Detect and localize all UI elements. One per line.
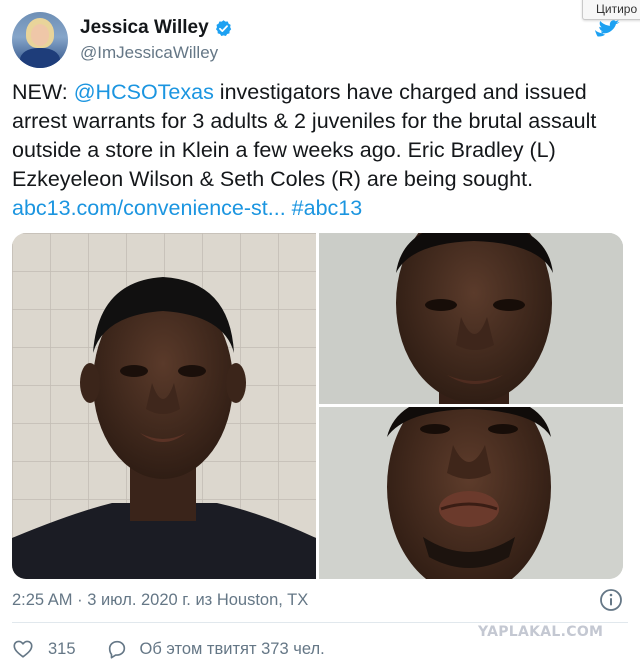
- avatar[interactable]: [12, 12, 68, 68]
- divider: [12, 622, 628, 623]
- media-grid: [12, 233, 623, 579]
- author-display-name[interactable]: Jessica Willey: [80, 16, 209, 40]
- heart-icon[interactable]: [12, 638, 34, 660]
- tweet-actions: 315 Об этом твитят 373 чел.: [12, 636, 325, 662]
- author-handle[interactable]: @ImJessicaWilley: [80, 42, 233, 64]
- info-icon[interactable]: [599, 588, 623, 612]
- mention-link[interactable]: @HCSOTexas: [74, 80, 214, 104]
- reply-icon[interactable]: [106, 638, 128, 660]
- photo-bottom-right[interactable]: [319, 407, 623, 579]
- name-row: Jessica Willey: [80, 16, 233, 40]
- photo-left-image: [12, 233, 316, 579]
- photo-top-right-image: [319, 233, 623, 404]
- tweet-timestamp[interactable]: 2:25 AM · 3 июл. 2020 г. из Houston, TX: [12, 591, 308, 610]
- tweet-lead: NEW:: [12, 80, 74, 104]
- discussion-count[interactable]: Об этом твитят 373 чел.: [140, 640, 325, 659]
- tweet: Jessica Willey @ImJessicaWilley Цитиро N…: [0, 0, 640, 664]
- quote-button[interactable]: Цитиро: [582, 0, 640, 20]
- photo-left[interactable]: [12, 233, 316, 579]
- verified-icon: [215, 19, 231, 36]
- photo-bottom-right-image: [319, 407, 623, 579]
- watermark: YAPLAKAL.COM: [478, 624, 604, 640]
- tweet-text: NEW: @HCSOTexas investigators have charg…: [12, 78, 632, 223]
- article-link[interactable]: abc13.com/convenience-st...: [12, 196, 286, 220]
- avatar-face: [31, 24, 49, 46]
- tweet-header: Jessica Willey @ImJessicaWilley: [12, 10, 572, 70]
- hashtag-link[interactable]: #abc13: [292, 196, 363, 220]
- twitter-bird-icon: [595, 20, 620, 37]
- photo-top-right[interactable]: [319, 233, 623, 404]
- author-names: Jessica Willey @ImJessicaWilley: [80, 16, 233, 64]
- avatar-dress: [20, 48, 60, 68]
- like-count: 315: [48, 639, 76, 658]
